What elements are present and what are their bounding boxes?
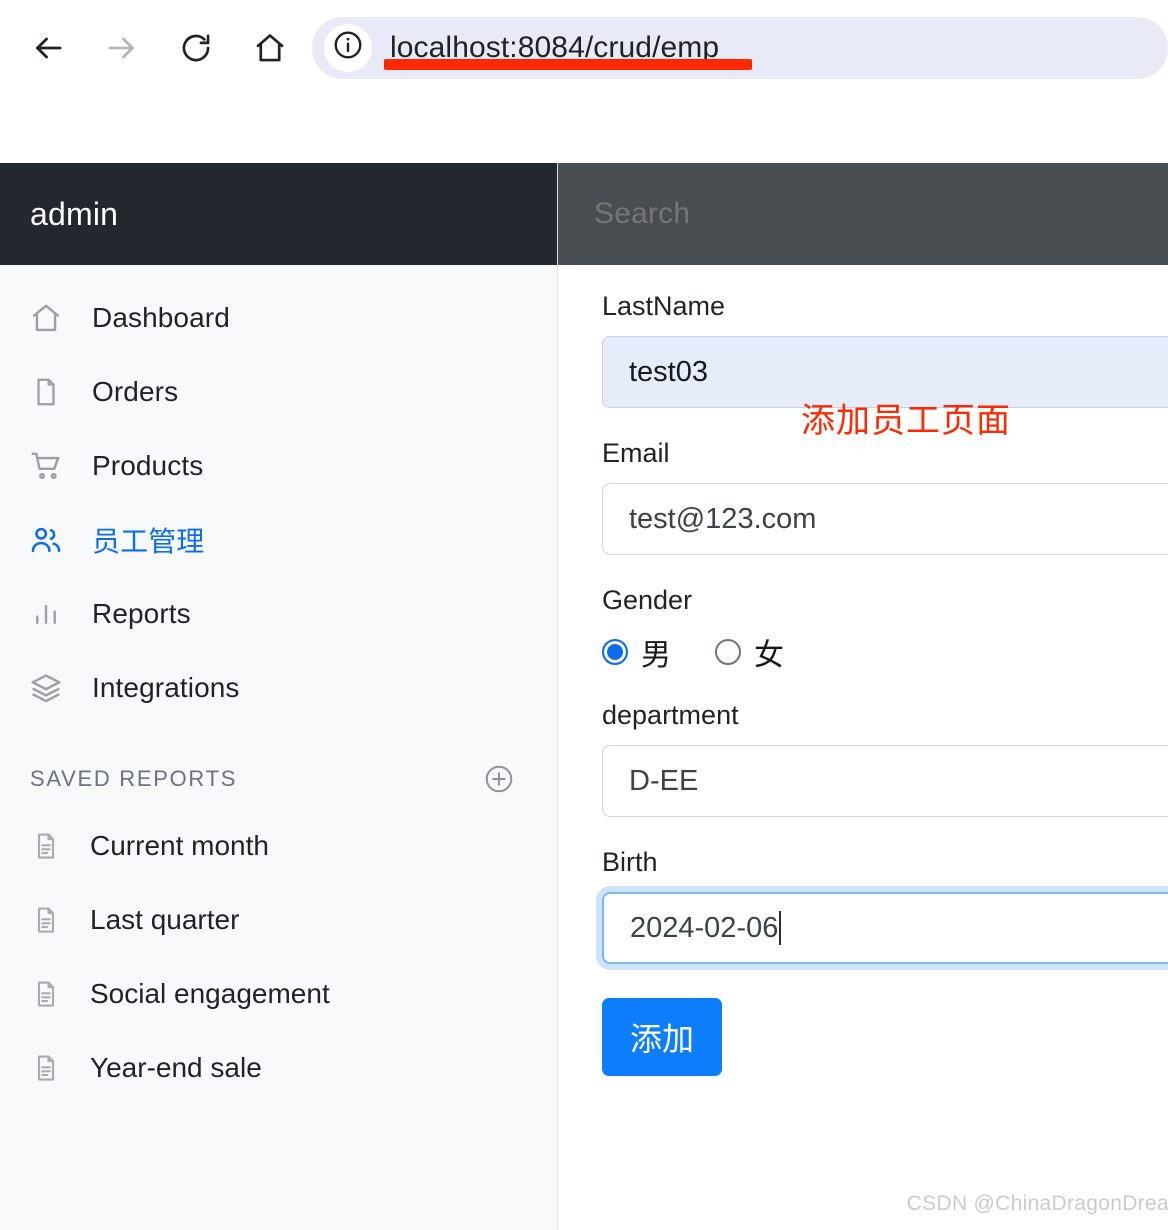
list-item[interactable]: Year-end sale xyxy=(0,1031,557,1105)
sidebar-brand: admin xyxy=(30,195,119,232)
sidebar-nav: Dashboard Orders Products 员工管理 Reports I… xyxy=(0,265,557,725)
sidebar-item-reports[interactable]: Reports xyxy=(0,577,557,651)
sidebar-item-label: Products xyxy=(92,450,204,481)
sidebar-item-label: Integrations xyxy=(92,672,240,703)
sidebar-item-label: 员工管理 xyxy=(92,525,205,558)
sidebar-item-orders[interactable]: Orders xyxy=(0,355,557,429)
radio-indicator-icon xyxy=(602,639,628,665)
list-item[interactable]: Last quarter xyxy=(0,883,557,957)
lastname-label: LastName xyxy=(602,291,726,321)
forward-button[interactable] xyxy=(96,22,148,74)
home-icon xyxy=(28,300,64,336)
list-item-label: Year-end sale xyxy=(90,1052,262,1083)
sidebar-item-integrations[interactable]: Integrations xyxy=(0,651,557,725)
sidebar-item-label: Reports xyxy=(92,598,191,629)
department-value: D-EE xyxy=(629,764,699,797)
document-icon xyxy=(30,830,62,862)
sidebar-item-label: Dashboard xyxy=(92,302,230,333)
gender-radio-group: 男 女 xyxy=(602,630,1168,674)
arrow-left-icon xyxy=(30,30,66,66)
search-input[interactable] xyxy=(594,197,1168,231)
sidebar-item-dashboard[interactable]: Dashboard xyxy=(0,281,557,355)
list-item-label: Current month xyxy=(90,830,269,861)
employee-form: 添加员工页面 LastName test03 Email test@123.co… xyxy=(558,265,1168,1076)
home-icon xyxy=(253,31,287,65)
users-icon xyxy=(28,522,64,558)
sidebar-item-label: Orders xyxy=(92,376,179,407)
page-annotation: 添加员工页面 xyxy=(801,401,1011,441)
radio-indicator-icon xyxy=(715,639,741,665)
list-item-label: Social engagement xyxy=(90,978,330,1009)
lastname-value: test03 xyxy=(629,355,708,388)
sidebar: admin Dashboard Orders Products 员工管理 Rep… xyxy=(0,163,558,1230)
main-content: 添加员工页面 LastName test03 Email test@123.co… xyxy=(558,163,1168,1230)
list-item[interactable]: Current month xyxy=(0,809,557,883)
file-icon xyxy=(28,374,64,410)
email-label: Email xyxy=(602,438,670,468)
gender-radio-male-label: 男 xyxy=(641,638,671,673)
layers-icon xyxy=(28,670,64,706)
browser-chrome: localhost:8084/crud/emp xyxy=(0,0,1168,95)
list-item-label: Last quarter xyxy=(90,904,240,935)
list-item[interactable]: Social engagement xyxy=(0,957,557,1031)
shopping-cart-icon xyxy=(28,448,64,484)
department-label: department xyxy=(602,700,739,730)
saved-reports-title: SAVED REPORTS xyxy=(30,766,238,791)
back-button[interactable] xyxy=(22,22,74,74)
saved-reports-list: Current month Last quarter Social engage… xyxy=(0,809,557,1105)
email-input[interactable]: test@123.com xyxy=(602,483,1168,555)
url-highlight-marker xyxy=(384,58,752,70)
address-bar[interactable]: localhost:8084/crud/emp xyxy=(312,16,1168,79)
site-info-button[interactable] xyxy=(324,23,372,72)
info-circle-icon xyxy=(332,29,364,66)
saved-reports-header: SAVED REPORTS xyxy=(0,725,557,809)
reload-button[interactable] xyxy=(170,22,222,74)
gender-radio-male[interactable]: 男 xyxy=(602,630,671,674)
watermark: CSDN @ChinaDragonDreamer xyxy=(906,1192,1168,1215)
text-caret xyxy=(779,911,782,945)
app-frame: admin Dashboard Orders Products 员工管理 Rep… xyxy=(0,163,1168,1230)
home-button[interactable] xyxy=(244,22,296,74)
sidebar-header: admin xyxy=(0,163,557,265)
submit-button[interactable]: 添加 xyxy=(602,998,722,1076)
birth-label: Birth xyxy=(602,847,658,877)
document-icon xyxy=(30,904,62,936)
birth-value: 2024-02-06 xyxy=(630,911,779,944)
gender-label: Gender xyxy=(602,585,693,615)
sidebar-item-employee-management[interactable]: 员工管理 xyxy=(0,503,557,577)
bar-chart-icon xyxy=(28,596,64,632)
plus-circle-icon[interactable] xyxy=(483,763,515,795)
sidebar-item-products[interactable]: Products xyxy=(0,429,557,503)
gender-radio-female-label: 女 xyxy=(754,638,784,673)
arrow-right-icon xyxy=(104,30,140,66)
top-search-bar xyxy=(558,163,1168,265)
email-value: test@123.com xyxy=(629,502,817,535)
department-input[interactable]: D-EE xyxy=(602,745,1168,817)
birth-input[interactable]: 2024-02-06 xyxy=(602,892,1168,964)
gender-radio-female[interactable]: 女 xyxy=(715,630,784,674)
bookmark-bar[interactable] xyxy=(0,95,1168,163)
document-icon xyxy=(30,1052,62,1084)
document-icon xyxy=(30,978,62,1010)
browser-toolbar: localhost:8084/crud/emp xyxy=(0,0,1168,95)
reload-icon xyxy=(179,31,213,65)
